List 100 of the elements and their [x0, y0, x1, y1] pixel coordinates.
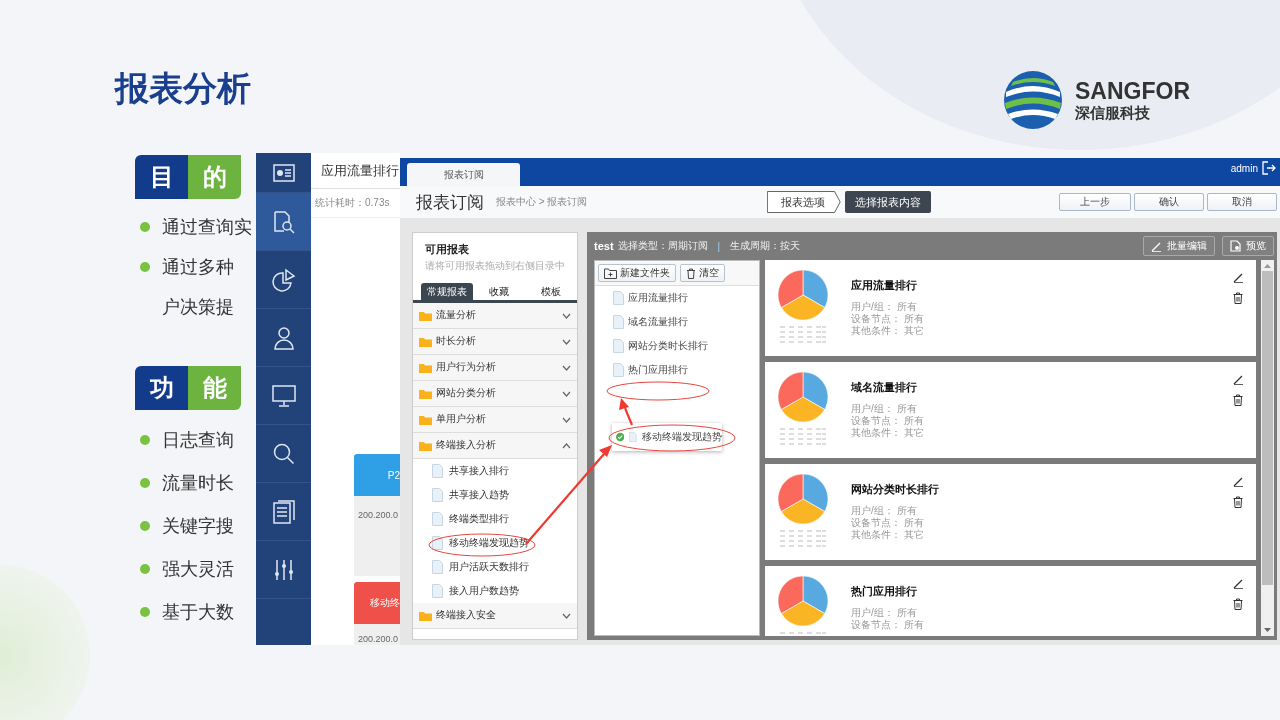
report-item[interactable]: 应用流量排行 — [595, 286, 759, 310]
report-label: 网站分类时长排行 — [628, 339, 708, 353]
bullet-dot — [140, 563, 150, 574]
report-item[interactable]: 热门应用排行 — [595, 358, 759, 382]
report-item[interactable]: 网站分类时长排行 — [595, 334, 759, 358]
accordion-label: 用户行为分析 — [436, 361, 496, 374]
file-icon — [432, 488, 443, 502]
report-label: 共享接入排行 — [449, 464, 509, 478]
action-button[interactable]: 取消 — [1207, 193, 1277, 211]
accordion-header[interactable]: 用户行为分析 — [413, 355, 577, 381]
trash-icon[interactable] — [1233, 394, 1243, 406]
chevron-down-icon — [562, 612, 571, 619]
card-title: 移动终 — [370, 596, 400, 610]
report-item[interactable]: 接入用户数趋势 — [413, 579, 577, 603]
card-title: 域名流量排行 — [851, 380, 918, 395]
tab[interactable]: 收藏 — [473, 283, 525, 300]
bullet-text: 日志查询 — [162, 428, 234, 452]
card-condition: 设备节点： 所有 — [851, 415, 924, 427]
window-tab[interactable]: 报表订阅 — [407, 163, 520, 186]
toolbar-button[interactable]: 新建文件夹 — [598, 264, 676, 282]
action-button[interactable]: 预览 — [1222, 236, 1274, 256]
accordion-header[interactable]: 时长分析 — [413, 329, 577, 355]
accordion-header[interactable]: 单用户分析 — [413, 407, 577, 433]
report-label: 域名流量排行 — [628, 315, 688, 329]
slide-title: 报表分析 — [115, 68, 251, 108]
folder-icon — [419, 388, 432, 399]
accordion-header[interactable]: 终端接入分析 — [413, 433, 577, 459]
trash-icon[interactable] — [1233, 292, 1243, 304]
card-condition: 设备节点： 所有 — [851, 619, 924, 631]
chevron-down-icon — [562, 364, 571, 371]
report-item[interactable]: 用户活跃天数排行 — [413, 555, 577, 579]
bullet-dot — [140, 520, 150, 531]
stats-text: 统计耗时：0.73s — [315, 196, 390, 210]
report-label: 用户活跃天数排行 — [449, 560, 529, 574]
card-title: 应用流量排行 — [851, 278, 918, 293]
breadcrumb: 报表中心 > 报表订阅 — [496, 195, 588, 209]
folder-icon — [419, 336, 432, 347]
scroll-thumb[interactable] — [1262, 271, 1273, 585]
file-icon — [613, 315, 624, 329]
card-title: 热门应用排行 — [851, 584, 918, 599]
card-condition: 其他条件： 其它 — [851, 529, 925, 541]
trash-icon[interactable] — [1233, 496, 1243, 508]
trash-icon[interactable] — [1233, 598, 1243, 610]
logo-wordmark: SANGFOR — [1075, 78, 1190, 104]
accordion-header[interactable]: 终端接入安全 — [413, 603, 577, 629]
card-condition: 用户/组： 所有 — [851, 301, 918, 313]
toolbar-button[interactable]: 清空 — [680, 264, 725, 282]
file-icon — [432, 536, 443, 550]
report-item[interactable]: 共享接入排行 — [413, 459, 577, 483]
accordion-label: 时长分析 — [436, 335, 476, 348]
panel-title: 可用报表 — [424, 242, 470, 257]
separator: | — [717, 240, 721, 252]
logout-icon[interactable] — [1262, 161, 1276, 175]
accordion-header[interactable]: 网站分类分析 — [413, 381, 577, 407]
bullet-text: 流量时长 — [162, 471, 234, 495]
pie-chart-icon — [271, 267, 296, 292]
scrollbar[interactable] — [1261, 260, 1274, 636]
file-icon — [432, 464, 443, 478]
card-condition: 其他条件： 其它 — [851, 427, 924, 439]
bullet-text: 通过多种 — [162, 256, 234, 279]
subscription-name: test — [594, 240, 614, 252]
documents-icon — [272, 499, 295, 524]
pencil-icon[interactable] — [1233, 476, 1244, 487]
report-item[interactable]: 域名流量排行 — [595, 310, 759, 334]
report-label: 移动终端发现趋势 — [642, 430, 722, 444]
scroll-down-icon[interactable] — [1264, 628, 1271, 632]
tab[interactable]: 常规报表 — [421, 283, 473, 300]
bullet-dot — [140, 606, 150, 617]
action-button[interactable]: 批量编辑 — [1143, 236, 1215, 256]
accordion-header[interactable]: 流量分析 — [413, 303, 577, 329]
bullet-dot — [140, 262, 150, 272]
folder-icon — [419, 310, 432, 321]
pencil-icon[interactable] — [1233, 578, 1244, 589]
folder-icon — [419, 362, 432, 373]
file-icon — [613, 291, 624, 305]
bullet-dot — [140, 222, 150, 232]
accordion-label: 流量分析 — [436, 309, 476, 322]
ip-address: 200.200.0 — [358, 634, 399, 644]
pencil-icon[interactable] — [1233, 374, 1244, 385]
report-item[interactable]: 共享接入趋势 — [413, 483, 577, 507]
report-label: 共享接入趋势 — [449, 488, 509, 502]
file-icon — [613, 363, 624, 377]
document-eye-icon — [1230, 240, 1241, 252]
logo-icon — [1003, 70, 1063, 130]
pie-chart-icon — [777, 575, 829, 627]
report-item[interactable]: 终端类型排行 — [413, 507, 577, 531]
chevron-up-icon — [562, 442, 571, 449]
wizard-step[interactable]: 选择报表内容 — [845, 191, 932, 213]
tab[interactable]: 模板 — [525, 283, 577, 300]
action-button[interactable]: 确认 — [1134, 193, 1204, 211]
sidebar-item[interactable] — [256, 193, 311, 251]
bullet-text: 基于大数 — [162, 600, 234, 624]
pencil-icon[interactable] — [1233, 272, 1244, 283]
id-card-icon — [272, 163, 295, 182]
file-icon — [432, 560, 443, 574]
card-condition: 用户/组： 所有 — [851, 607, 918, 619]
action-button[interactable]: 上一步 — [1059, 193, 1131, 211]
wizard-step[interactable]: 报表选项 — [767, 191, 842, 213]
user-icon — [272, 325, 295, 350]
folder-plus-icon — [604, 267, 617, 279]
